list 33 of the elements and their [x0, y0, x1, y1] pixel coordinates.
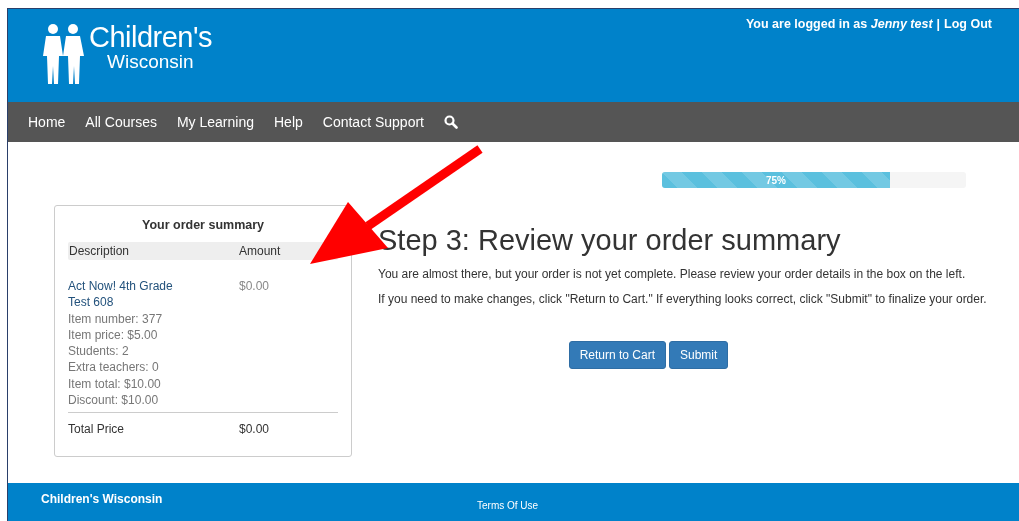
instruction-text: You are almost there, but your order is not yet complete. Please review your order details in the box on the left.	[378, 267, 967, 281]
total-value: $0.00	[239, 422, 270, 437]
page-heading: Step 3: Review your order summary	[378, 224, 842, 257]
nav-link[interactable]: Help	[264, 114, 313, 130]
nav-link[interactable]: Contact Support	[312, 114, 434, 130]
progress-fill: 75%	[662, 172, 890, 188]
instruction-text: If you need to make changes, click "Return to Cart." If everything looks correct, click "Submit" to finalize your order.	[378, 292, 988, 306]
action-button[interactable]: Submit	[669, 341, 729, 369]
column-header: Description	[68, 244, 131, 258]
nav-link[interactable]: My Learning	[166, 114, 264, 130]
item-detail: Students: 2	[68, 343, 130, 360]
card-title: Your order summary	[141, 218, 265, 232]
logo-text: Children's	[89, 23, 213, 52]
logout-link[interactable]: Log Out	[944, 17, 992, 33]
item-detail: Discount: $10.00	[68, 392, 160, 409]
logo-text: Wisconsin	[106, 52, 195, 72]
course-link[interactable]: Act Now! 4th Grade Test 608	[68, 278, 183, 311]
total-label: Total Price	[68, 422, 126, 437]
item-detail: Item number: 377	[68, 310, 164, 327]
item-detail: Extra teachers: 0	[68, 359, 160, 376]
separator: |	[936, 17, 941, 33]
terms-link[interactable]: Terms Of Use	[477, 500, 539, 511]
login-status: You are logged in as Jenny test	[745, 17, 933, 33]
item-amount: $0.00	[239, 278, 270, 295]
nav-link[interactable]: All Courses	[75, 114, 167, 130]
action-button[interactable]: Return to Cart	[568, 341, 666, 369]
footer-brand: Children's Wisconsin	[41, 491, 163, 508]
children-icon	[41, 23, 87, 85]
column-header: Amount	[239, 244, 281, 258]
item-detail: Item price: $5.00	[68, 326, 159, 344]
nav-link[interactable]: Home	[18, 114, 76, 130]
item-detail: Item total: $10.00	[68, 375, 162, 393]
search-icon[interactable]	[443, 115, 458, 129]
